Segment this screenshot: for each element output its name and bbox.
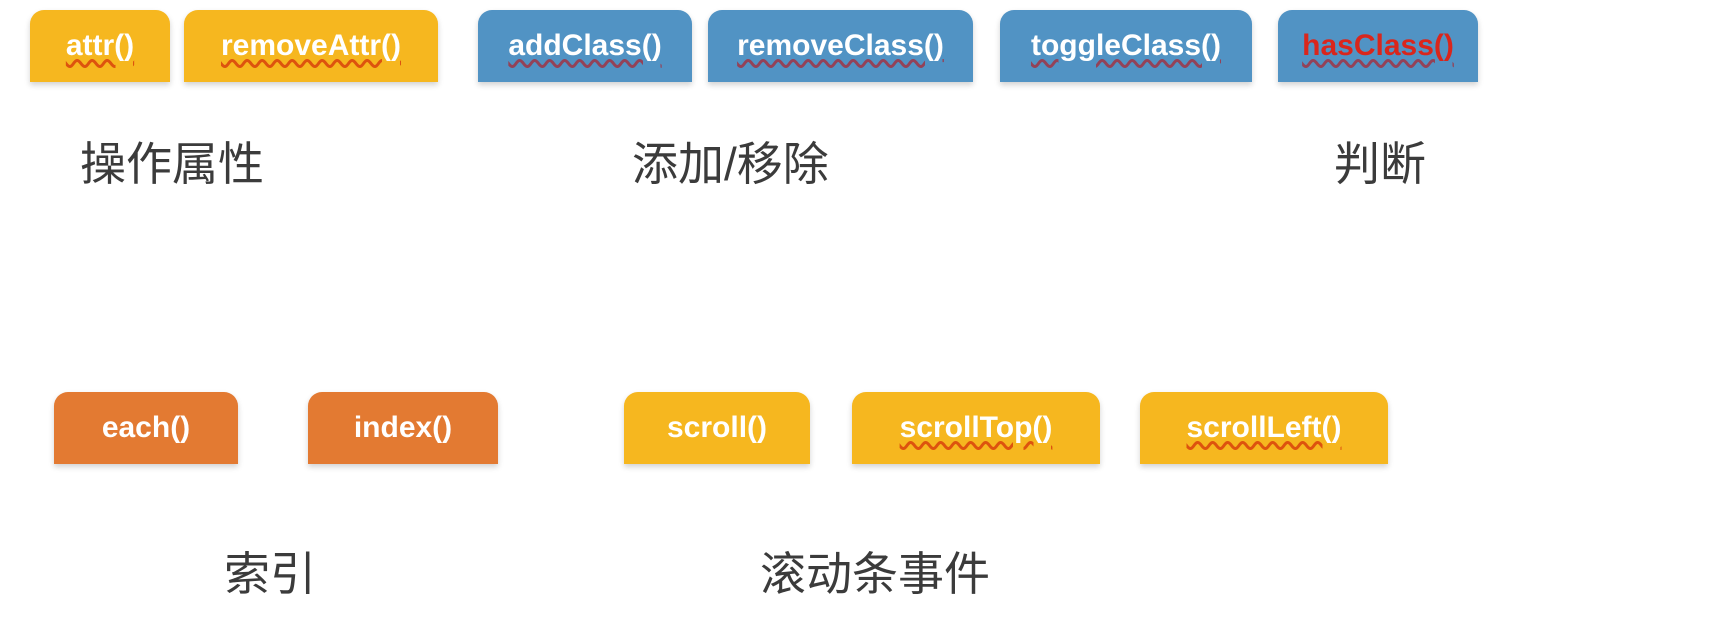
pill-scrolltop: scrollTop() [852,392,1100,464]
pill-addclass-label: addClass() [508,29,661,63]
pill-index: index() [308,392,498,464]
pill-scrollleft: scrollLeft() [1140,392,1388,464]
caption-index: 索引 [224,538,316,604]
pill-each-label: each() [102,411,190,445]
caption-scroll: 滚动条事件 [760,538,990,604]
pill-toggleclass: toggleClass() [1000,10,1252,82]
pill-each: each() [54,392,238,464]
caption-addremove: 添加/移除 [632,128,829,194]
pill-removeattr-label: removeAttr() [221,29,401,63]
pill-scroll: scroll() [624,392,810,464]
pill-attr: attr() [30,10,170,82]
pill-scrollleft-label: scrollLeft() [1186,411,1341,445]
caption-addremove-pre: 添加 [632,139,724,190]
pill-addclass: addClass() [478,10,692,82]
pill-index-label: index() [354,411,452,445]
pill-scrolltop-label: scrollTop() [900,411,1053,445]
pill-removeclass: removeClass() [708,10,973,82]
caption-addremove-post: 移除 [737,139,829,190]
pill-toggleclass-label: toggleClass() [1031,29,1221,63]
pill-attr-label: attr() [66,29,134,63]
pill-removeclass-label: removeClass() [737,29,944,63]
caption-attrs: 操作属性 [80,128,264,194]
pill-scroll-label: scroll() [667,411,767,445]
pill-hasclass-label: hasClass() [1302,29,1454,63]
pill-removeattr: removeAttr() [184,10,438,82]
caption-addremove-slash: / [724,138,737,190]
caption-judge: 判断 [1334,128,1426,194]
pill-hasclass: hasClass() [1278,10,1478,82]
